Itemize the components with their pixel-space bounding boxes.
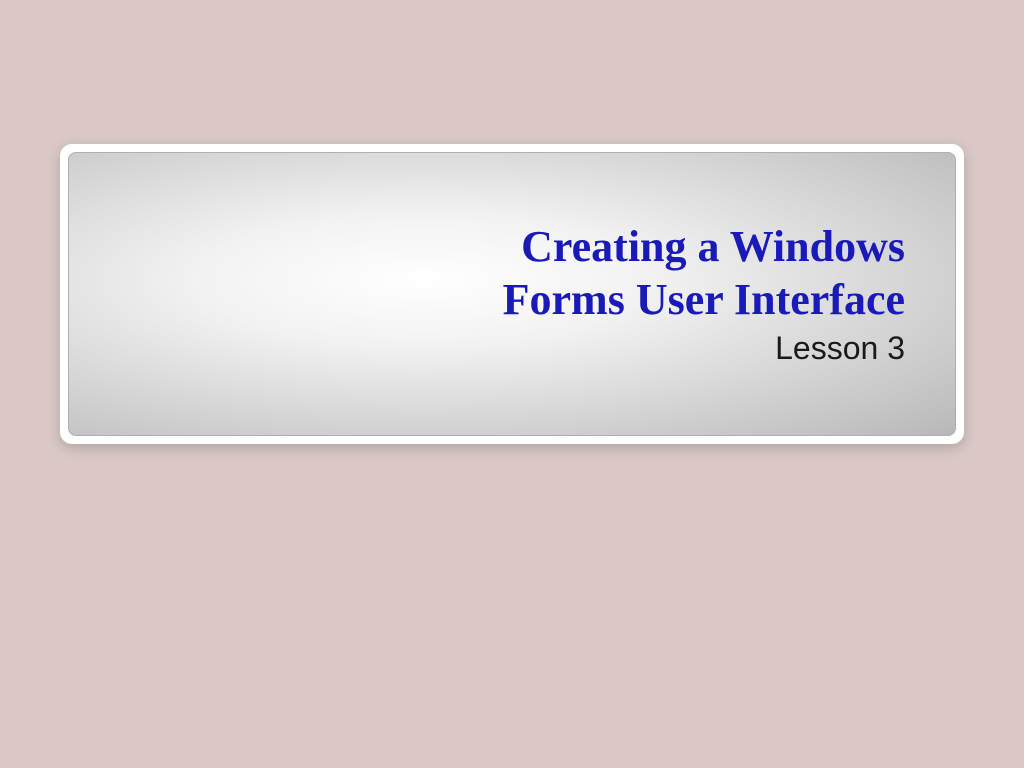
slide-card: Creating a Windows Forms User Interface … [60, 144, 964, 444]
title-line-2: Forms User Interface [503, 275, 905, 324]
slide-content: Creating a Windows Forms User Interface … [68, 152, 956, 436]
title-line-1: Creating a Windows [521, 222, 905, 271]
slide-title: Creating a Windows Forms User Interface [503, 221, 905, 327]
slide-subtitle: Lesson 3 [775, 330, 905, 367]
